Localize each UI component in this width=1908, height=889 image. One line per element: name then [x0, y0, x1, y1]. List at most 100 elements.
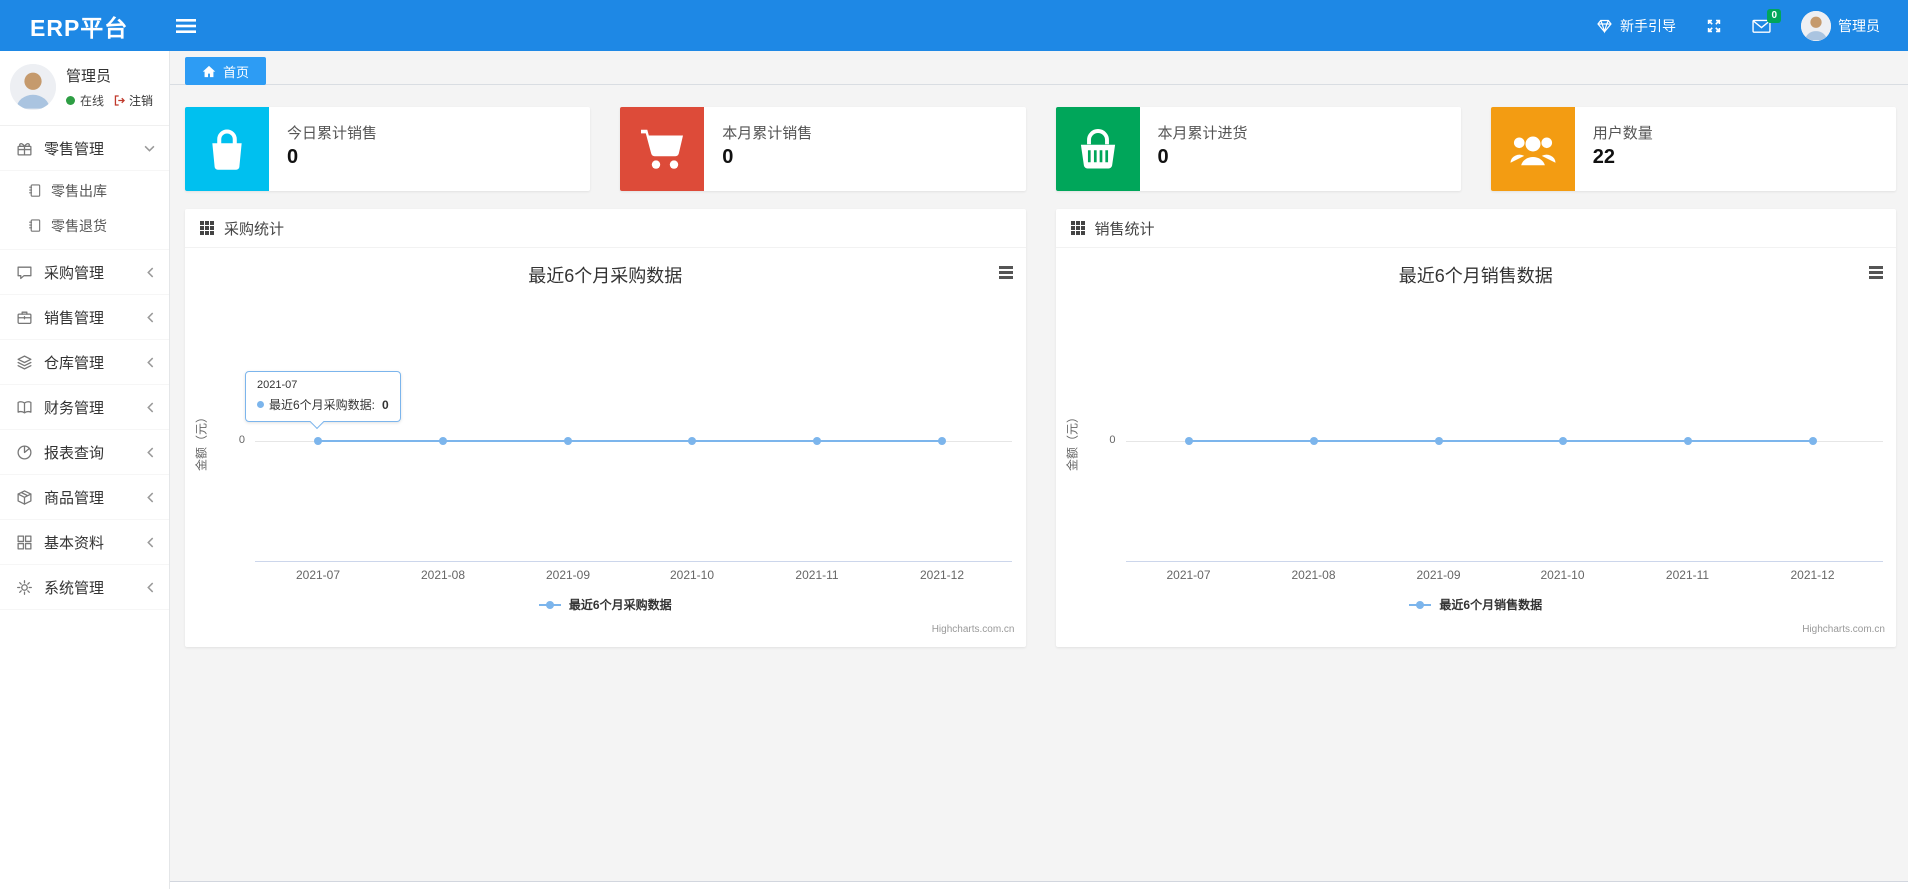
fullscreen-button[interactable] — [1706, 18, 1722, 34]
data-point-2[interactable] — [1434, 437, 1443, 445]
sidebar-submenu-item[interactable]: 零售退货 — [0, 208, 169, 243]
stat-card-value: 0 — [722, 146, 734, 168]
panel-0: 采购统计最近6个月采购数据 金额（元） 0 2021-07 2021-08 2021-09… — [185, 209, 1026, 647]
messages-button[interactable]: 0 — [1752, 8, 1781, 34]
chart-context-menu-icon[interactable] — [1869, 266, 1883, 279]
highcharts-credits[interactable]: Highcharts.com.cn — [1802, 624, 1885, 635]
tab-home[interactable]: 首页 — [185, 57, 267, 85]
sidebar-toggle-button[interactable] — [176, 18, 197, 34]
chart-0: 最近6个月采购数据 金额（元） 0 2021-07 2021-08 2021-09 2021… — [185, 248, 1026, 646]
data-point-5[interactable] — [1808, 437, 1817, 445]
y-axis-tick: 0 — [238, 434, 245, 446]
chevron-left-icon — [146, 582, 155, 593]
chevron-left-icon — [146, 357, 155, 368]
legend-label: 最近6个月采购数据 — [568, 598, 672, 612]
highcharts-credits[interactable]: Highcharts.com.cn — [932, 624, 1015, 635]
data-point-2[interactable] — [564, 437, 572, 445]
panel-header: 销售统计 — [1055, 209, 1896, 248]
users-icon — [1490, 107, 1575, 191]
gem-icon — [1596, 18, 1613, 34]
comment-icon — [16, 264, 33, 281]
x-axis-label: 2021-12 — [1790, 568, 1835, 582]
data-point-0[interactable] — [314, 437, 322, 445]
chart-1: 最近6个月销售数据 金额（元） 0 2021-07 2021-08 2021-09 2021… — [1056, 248, 1897, 646]
sidebar-item-label: 系统管理 — [44, 579, 105, 597]
sidebar-menu-item[interactable]: 系统管理 — [0, 565, 169, 610]
sidebar-item-label: 商品管理 — [44, 489, 105, 507]
sidebar-item-label: 基本资料 — [44, 534, 105, 552]
journal-icon — [27, 218, 42, 233]
legend-item[interactable]: 最近6个月采购数据 — [185, 596, 1026, 613]
panel-title: 采购统计 — [224, 220, 285, 238]
chevron-left-icon — [146, 537, 155, 548]
sidebar-menu: 零售管理零售出库零售退货采购管理销售管理 仓库管理 财务管理 报表查询商品管理基本资料… — [0, 125, 169, 610]
data-point-1[interactable] — [1309, 437, 1318, 445]
panel-header: 采购统计 — [185, 209, 1026, 248]
sidebar-menu-item[interactable]: 零售管理 — [0, 126, 169, 171]
guide-button[interactable]: 新手引导 — [1596, 16, 1676, 36]
series-line — [318, 440, 942, 442]
sidebar-user-panel: 管理员 在线 注销 — [0, 51, 169, 125]
chevron-left-icon — [146, 267, 155, 278]
chevron-down-icon — [144, 144, 155, 153]
sidebar-item-5: 报表查询 — [0, 430, 169, 475]
data-point-4[interactable] — [1683, 437, 1692, 445]
series-line — [1188, 440, 1813, 442]
sidebar-item-7: 基本资料 — [0, 520, 169, 565]
main-content: 首页 今日累计销售 0 本月累计销售 0 本月累计进货 0 用户数量 22 采购统计 最近6个月… — [170, 51, 1908, 889]
tooltip-series-label: 最近6个月采购数据: — [269, 398, 376, 412]
sidebar-menu-item[interactable]: 采购管理 — [0, 250, 169, 295]
gear-icon — [16, 579, 33, 596]
sidebar-menu-item[interactable]: 商品管理 — [0, 475, 169, 520]
stat-card-2: 本月累计进货 0 — [1055, 107, 1461, 191]
footer — [170, 881, 1908, 889]
chart-tooltip: 2021-07 最近6个月采购数据: 0 — [245, 371, 401, 430]
tooltip-series-dot-icon — [257, 401, 264, 408]
stat-cards-row: 今日累计销售 0 本月累计销售 0 本月累计进货 0 用户数量 22 — [185, 107, 1896, 191]
x-axis-label: 2021-10 — [669, 568, 715, 582]
chart-title: 最近6个月销售数据 — [1398, 266, 1553, 286]
sidebar-item-8: 系统管理 — [0, 565, 169, 610]
sidebar-menu-item[interactable]: 仓库管理 — [0, 340, 169, 385]
sidebar-item-label: 采购管理 — [44, 264, 105, 282]
navbar-user-menu[interactable]: 管理员 — [1801, 10, 1880, 41]
data-point-0[interactable] — [1184, 437, 1193, 445]
guide-label: 新手引导 — [1620, 17, 1676, 34]
x-axis-line — [255, 561, 1012, 562]
breadcrumb: 首页 — [170, 51, 1908, 85]
sidebar-item-1: 采购管理 — [0, 250, 169, 295]
sidebar-menu-item[interactable]: 财务管理 — [0, 385, 169, 430]
legend-item[interactable]: 最近6个月销售数据 — [1056, 596, 1897, 613]
data-point-3[interactable] — [1558, 437, 1567, 445]
x-axis-label: 2021-11 — [795, 568, 839, 582]
sidebar-submenu: 零售出库 零售退货 — [0, 171, 169, 250]
x-axis-label: 2021-11 — [1665, 568, 1710, 582]
x-axis-label: 2021-07 — [1166, 568, 1211, 582]
x-axis-label: 2021-12 — [919, 568, 965, 582]
data-point-1[interactable] — [439, 437, 447, 445]
logout-link[interactable]: 注销 — [113, 92, 153, 109]
briefcase-icon — [16, 309, 33, 326]
online-status-label: 在线 — [80, 94, 105, 108]
x-axis-label: 2021-09 — [1416, 568, 1461, 582]
chart-context-menu-icon[interactable] — [998, 266, 1013, 279]
sidebar-item-2: 销售管理 — [0, 295, 169, 340]
tooltip-value: 0 — [382, 397, 389, 412]
data-point-4[interactable] — [813, 437, 821, 445]
sidebar-menu-item[interactable]: 报表查询 — [0, 430, 169, 475]
data-point-3[interactable] — [688, 437, 696, 445]
submenu-item-label: 零售退货 — [51, 217, 107, 234]
sidebar-submenu-item[interactable]: 零售出库 — [0, 173, 169, 208]
data-point-5[interactable] — [938, 437, 946, 445]
chevron-left-icon — [146, 402, 155, 413]
journal-icon — [27, 183, 42, 198]
shopping-basket-icon — [1055, 107, 1140, 191]
navbar-right: 新手引导 0 管理员 — [1596, 8, 1908, 41]
chevron-left-icon — [146, 492, 155, 503]
stat-card-value: 22 — [1592, 146, 1615, 168]
sidebar-menu-item[interactable]: 基本资料 — [0, 520, 169, 565]
shopping-bag-icon — [185, 107, 269, 191]
sidebar-menu-item[interactable]: 销售管理 — [0, 295, 169, 340]
open-book-icon — [16, 399, 33, 416]
submenu-item-label: 零售出库 — [51, 182, 107, 199]
